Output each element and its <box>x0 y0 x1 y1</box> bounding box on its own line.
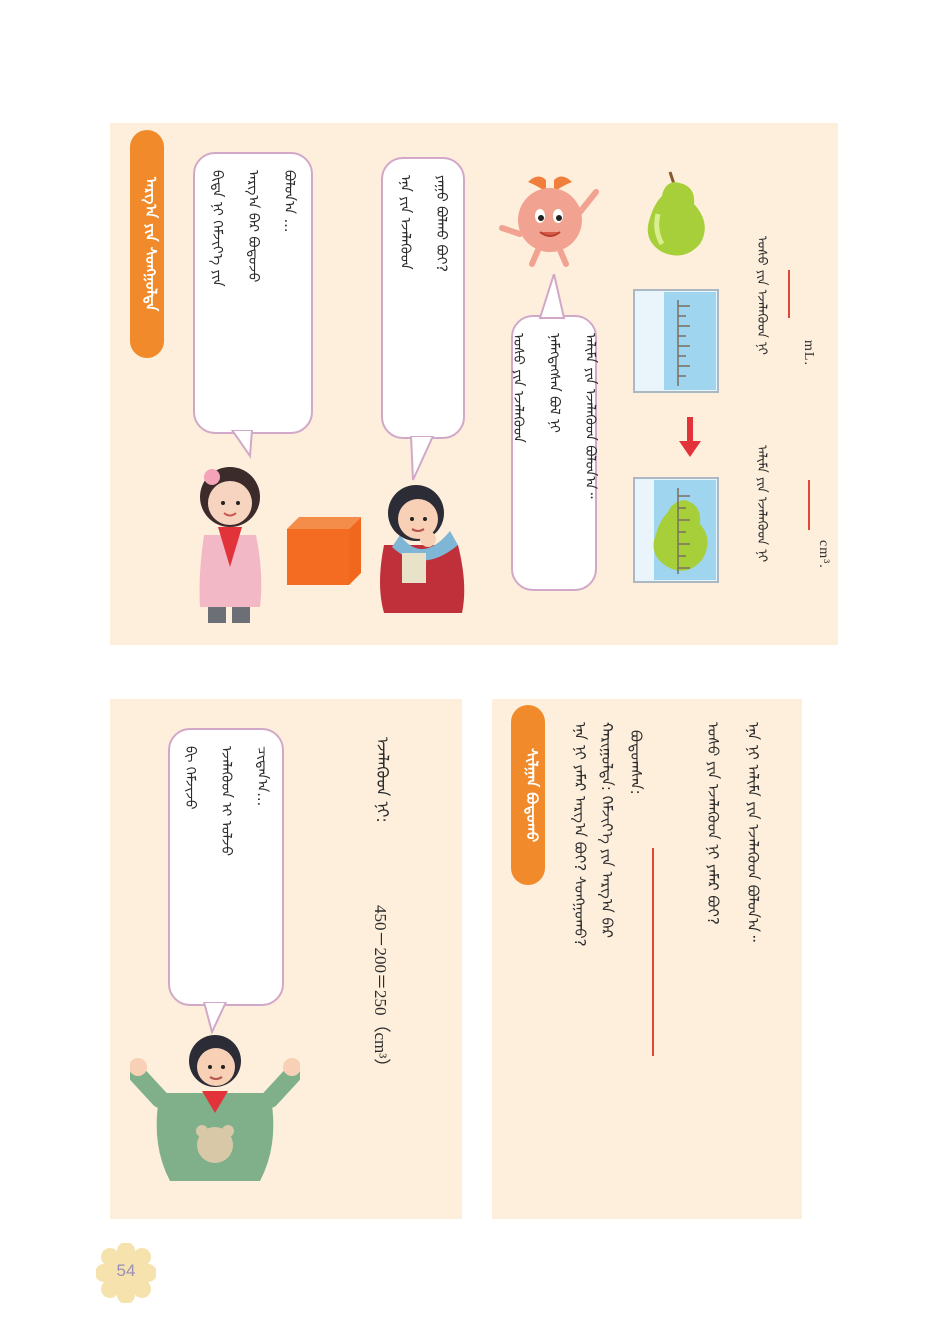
practice-heading-tag: ᠰᠢᠯᠭᠠᠨ ᠪᠣᠳᠣᠬᠤ <box>511 705 545 885</box>
bubble-line: ᠠᠷᠭ᠎ᠠ ᠪᠡᠷ ᠪᠣᠳᠣᠵᠤ <box>245 170 261 283</box>
page-number-badge: 54 <box>96 1243 156 1303</box>
bubble-line: ᠴᠢᠳᠠᠨ᠎ᠠ… <box>254 746 270 807</box>
bubble-line: ᠶᠠᠭᠤ ᠪᠣᠯᠬᠤ ᠪᠣᠢ? <box>433 175 449 272</box>
answer-line <box>652 848 654 1056</box>
pear-volume-text: ᠠᠯᠢᠮᠠ ᠶᠢᠨ ᠡᠵᠡᠯᠡᠬᠦᠦᠨ ᠨᠢ <box>754 445 769 563</box>
boy-speech-bubble: ᠡᠨᠡ ᠶᠢᠨ ᠡᠵᠡᠯᠡᠬᠦᠦᠨ ᠶᠠᠭᠤ ᠪᠣᠯᠬᠤ ᠪᠣᠢ? <box>381 157 465 439</box>
girl-speech-bubble: ᠪᠢᠳᠡ ᠨᠢ ᠬᠡᠮᠵᠢᠶ᠎ᠡ ᠶᠢᠨ ᠠᠷᠭ᠎ᠠ ᠪᠡᠷ ᠪᠣᠳᠣᠵᠤ ᠪᠣ… <box>193 152 313 434</box>
pear-illustration <box>647 171 705 256</box>
water-volume-answer-line <box>788 270 790 318</box>
arrow-down-icon <box>679 417 701 457</box>
page-number: 54 <box>116 1261 136 1280</box>
beaker-pear-illustration <box>633 477 719 583</box>
bubble-tail <box>538 274 566 319</box>
fruit-speech-bubble: ᠤᠰᠤ ᠶᠢᠨ ᠡᠵᠡᠯᠡᠬᠦᠦᠨ ᠨᠡᠮᠡᠭᠳᠡᠭᠰᠡᠨ ᠪᠣᠯ ᠨᠢ ᠠᠯᠢ… <box>510 315 598 591</box>
girl-illustration <box>199 467 262 623</box>
unit-ml: mL. <box>801 340 816 366</box>
boy-bear-sweater-illustration <box>130 1035 300 1181</box>
question-line: ᠡᠨᠡ ᠨᠢ ᠶᠠᠮᠠᠷ ᠠᠷᠭ᠎ᠠ ᠪᠣᠢ? ᠰᠣᠩᠭᠣᠬᠤ? <box>571 722 589 947</box>
pear-volume-answer-line <box>808 480 810 530</box>
cuboid-illustration <box>287 517 361 585</box>
question-line: ᠡᠨᠡ ᠨᠢ ᠠᠯᠢᠮᠠ ᠶᠢᠨ ᠡᠵᠡᠯᠡᠬᠦᠦᠨ ᠪᠣᠯᠤᠨ᠎ᠠ᠃ <box>744 722 762 942</box>
water-volume-text: ᠤᠰᠤ ᠶᠢᠨ ᠡᠵᠡᠯᠡᠬᠦᠦᠨ ᠨᠢ <box>754 236 769 355</box>
equation-label: ᠡᠵᠡᠯᠡᠬᠦᠦᠨ ᠨᠢ: <box>373 737 392 823</box>
bubble-line: ᠨᠡᠮᠡᠭᠳᠡᠭᠰᠡᠨ ᠪᠣᠯ ᠨᠢ <box>546 333 562 433</box>
bubble-line: ᠪᠢ ᠬᠡᠮᠵᠢᠵᠦ <box>182 746 198 810</box>
equation-text: 450－200＝250（cm³） <box>371 905 390 1076</box>
bubble-line: ᠤᠰᠤ ᠶᠢᠨ ᠡᠵᠡᠯᠡᠬᠦᠦᠨ <box>510 333 526 443</box>
question-line: ᠤᠰᠤ ᠶᠢᠨ ᠡᠵᠡᠯᠡᠬᠦᠦᠨ ᠨᠢ ᠶᠠᠮᠠᠷ ᠪᠣᠢ? <box>704 722 722 925</box>
peach-character-illustration <box>499 176 599 267</box>
section-heading-tag: ᠠᠷᠭ᠎ᠠ ᠶᠢᠨ ᠰᠣᠩᠭᠣᠯᠲᠠ <box>130 130 164 358</box>
beaker-water-illustration <box>633 289 719 393</box>
bubble-line: ᠪᠣᠯᠤᠨ᠎ᠠ … <box>281 170 297 233</box>
bubble-line: ᠠᠯᠢᠮᠠ ᠶᠢᠨ ᠡᠵᠡᠯᠡᠬᠦᠦᠨ ᠪᠣᠯᠤᠨ᠎ᠠ᠃ <box>582 333 598 499</box>
question-line: ᠪᠣᠳᠣᠭᠰᠠᠨ: <box>627 730 645 795</box>
boy-illustration <box>380 485 465 613</box>
question-line: ᠬᠠᠷᠢᠭᠤᠯᠲᠠ: ᠬᠡᠮᠵᠢᠶ᠎ᠡ ᠶᠢᠨ ᠠᠷᠭ᠎ᠠ ᠪᠡᠷ <box>598 722 616 938</box>
unit-cm3: cm³. <box>816 540 831 569</box>
bubble-line: ᠡᠵᠡᠯᠡᠬᠦᠦᠨ ᠢ ᠣᠯᠵᠤ <box>218 746 234 856</box>
boy-speech-bubble-2: ᠪᠢ ᠬᠡᠮᠵᠢᠵᠦ ᠡᠵᠡᠯᠡᠬᠦᠦᠨ ᠢ ᠣᠯᠵᠤ ᠴᠢᠳᠠᠨ᠎ᠠ… <box>168 728 284 1006</box>
bubble-line: ᠪᠢᠳᠡ ᠨᠢ ᠬᠡᠮᠵᠢᠶ᠎ᠡ ᠶᠢᠨ <box>209 170 225 287</box>
bubble-line: ᠡᠨᠡ ᠶᠢᠨ ᠡᠵᠡᠯᠡᠬᠦᠦᠨ <box>397 175 413 270</box>
